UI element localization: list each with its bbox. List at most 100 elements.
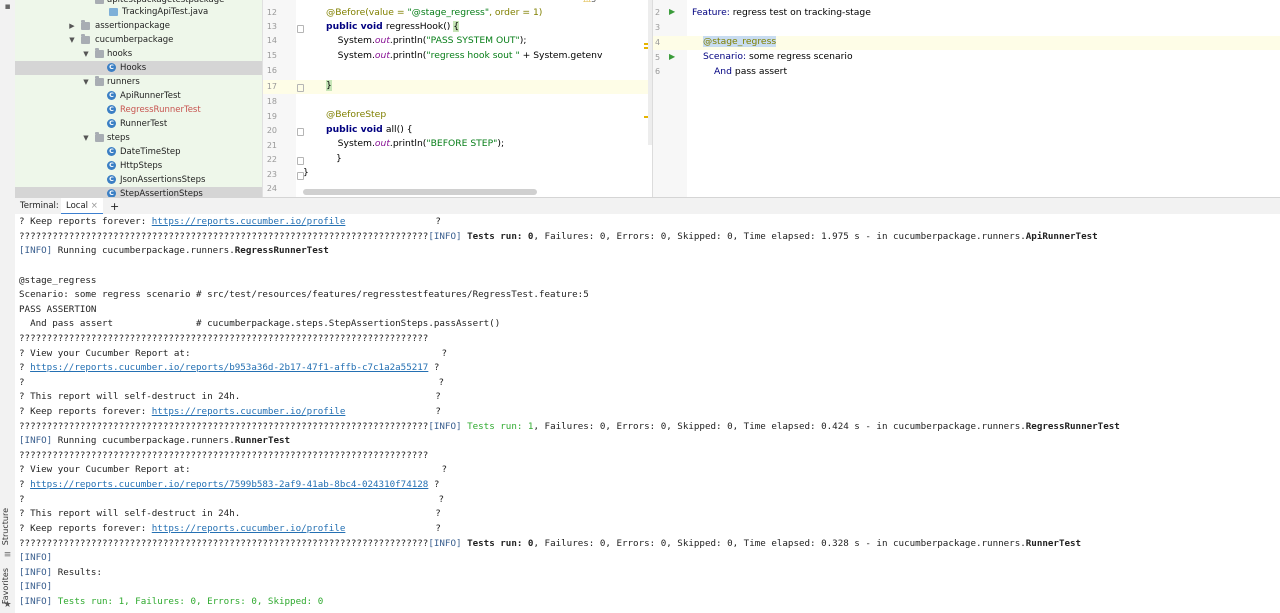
- feature-line: @stage_regress: [703, 36, 777, 47]
- line-number: 24: [266, 184, 277, 193]
- warning-indicator[interactable]: ⚠5: [583, 0, 596, 5]
- tree-item[interactable]: ▼ runners: [15, 75, 262, 89]
- tree-item[interactable]: C StepAssertionSteps: [15, 187, 262, 197]
- tree-item-label: DateTimeStep: [120, 147, 181, 157]
- tree-item[interactable]: ▶ assertionpackage: [15, 19, 262, 33]
- terminal-label: Terminal:: [20, 201, 59, 211]
- chevron-down-icon[interactable]: ▼: [82, 75, 90, 89]
- tree-item[interactable]: ▼ steps: [15, 131, 262, 145]
- tree-item-selected[interactable]: C Hooks: [15, 61, 262, 75]
- line-number: 3: [655, 23, 661, 32]
- tree-item-label: HttpSteps: [120, 161, 163, 171]
- terminal-line: [INFO] Running cucumberpackage.runners.R…: [19, 245, 329, 256]
- profile-link[interactable]: https://reports.cucumber.io/profile: [152, 216, 346, 227]
- terminal-line: [INFO] Running cucumberpackage.runners.R…: [19, 435, 291, 446]
- run-feature-icon[interactable]: ▶: [669, 7, 677, 16]
- class-icon: C: [107, 147, 116, 156]
- tree-item[interactable]: C HttpSteps: [15, 159, 262, 173]
- fold-marker-icon[interactable]: [297, 25, 304, 33]
- tree-item[interactable]: C RunnerTest: [15, 117, 262, 131]
- terminal-line: PASS ASSERTION: [19, 304, 97, 315]
- tree-item[interactable]: ▼ cucumberpackage: [15, 33, 262, 47]
- line-number: 15: [266, 51, 277, 60]
- terminal-output[interactable]: ? Keep reports forever: https://reports.…: [15, 214, 1280, 613]
- terminal-line: [INFO] Results:: [19, 567, 102, 578]
- tree-item-label: JsonAssertionsSteps: [120, 175, 206, 185]
- favorites-tab[interactable]: Favorites: [1, 568, 10, 604]
- line-number: 23: [266, 170, 277, 179]
- close-icon[interactable]: ×: [91, 201, 98, 211]
- tree-item-label: Hooks: [120, 63, 147, 73]
- tree-item[interactable]: C DateTimeStep: [15, 145, 262, 159]
- package-icon: [95, 76, 104, 86]
- package-icon: [95, 132, 104, 142]
- chevron-down-icon[interactable]: ▼: [68, 33, 76, 47]
- tab-local-label: Local: [66, 201, 89, 211]
- tree-item-label: runners: [107, 77, 140, 87]
- fold-marker-icon[interactable]: [297, 157, 304, 165]
- chevron-right-icon[interactable]: ▶: [68, 19, 76, 33]
- terminal-line: [INFO] Tests run: 1, Failures: 0, Errors…: [19, 596, 324, 607]
- code-editor[interactable]: ⚠5 12 13 14 15 16 17 18 19 20 21 22 23 2…: [262, 0, 653, 197]
- code-line: }: [336, 153, 342, 164]
- tool-window-strip: ▪ Structure ≡ Favorites ★: [0, 0, 16, 613]
- line-number: 13: [266, 22, 277, 31]
- terminal-line: ? This report will self-destruct in 24h.…: [19, 391, 441, 402]
- class-icon: C: [107, 63, 116, 72]
- profile-link[interactable]: https://reports.cucumber.io/profile: [152, 406, 346, 417]
- package-icon: [81, 20, 90, 30]
- tree-item[interactable]: TrackingApiTest.java: [15, 5, 262, 19]
- structure-icon: ≡: [3, 550, 12, 560]
- line-number: 20: [266, 126, 277, 135]
- class-icon: C: [107, 119, 116, 128]
- code-line: System.out.println("PASS SYSTEM OUT");: [326, 35, 527, 46]
- tree-item[interactable]: ▼ hooks: [15, 47, 262, 61]
- tree-item-label: StepAssertionSteps: [120, 189, 203, 197]
- feature-line: Scenario: some regress scenario: [703, 51, 853, 62]
- project-tree: apitestpackagetestpackage TrackingApiTes…: [15, 0, 262, 197]
- terminal-line: ????????????????????????????????????????…: [19, 333, 429, 344]
- tree-item[interactable]: C JsonAssertionsSteps: [15, 173, 262, 187]
- fold-marker-icon[interactable]: [297, 128, 304, 136]
- chevron-down-icon[interactable]: ▼: [82, 47, 90, 61]
- line-number: 2: [655, 8, 661, 17]
- terminal-line: [INFO]: [19, 581, 53, 592]
- report-link[interactable]: https://reports.cucumber.io/reports/7599…: [30, 479, 428, 490]
- terminal-line: And pass assert # cucumberpackage.steps.…: [19, 318, 501, 329]
- line-number: 17: [266, 82, 277, 91]
- class-icon: C: [107, 161, 116, 170]
- terminal-line: ? Keep reports forever: https://reports.…: [19, 406, 441, 417]
- line-number: 12: [266, 8, 277, 17]
- line-number: 6: [655, 67, 661, 76]
- terminal-line: ? https://reports.cucumber.io/reports/b9…: [19, 362, 440, 373]
- class-icon: C: [107, 175, 116, 184]
- profile-link[interactable]: https://reports.cucumber.io/profile: [152, 523, 346, 534]
- run-scenario-icon[interactable]: ▶: [669, 52, 677, 61]
- tree-item-label: hooks: [107, 49, 133, 59]
- tree-item-label: ApiRunnerTest: [120, 91, 181, 101]
- terminal-line: ? Keep reports forever: https://reports.…: [19, 523, 441, 534]
- project-icon[interactable]: ▪: [3, 3, 12, 12]
- tree-item[interactable]: C ApiRunnerTest: [15, 89, 262, 103]
- feature-editor[interactable]: 2 ▶ 3 4 5 ▶ 6 Feature: regress test on t…: [652, 0, 1280, 197]
- structure-tab[interactable]: Structure: [1, 508, 10, 545]
- fold-marker-icon[interactable]: [297, 84, 304, 92]
- terminal-line: ????????????????????????????????????????…: [19, 538, 1082, 549]
- tree-item-label: RunnerTest: [120, 119, 168, 129]
- code-line: public void all() {: [326, 124, 413, 135]
- tab-local[interactable]: Local ×: [61, 198, 103, 215]
- package-icon: [81, 34, 90, 44]
- chevron-down-icon[interactable]: ▼: [82, 131, 90, 145]
- add-tab-button[interactable]: +: [110, 198, 119, 215]
- horizontal-scrollbar[interactable]: [303, 189, 537, 195]
- tree-item[interactable]: C RegressRunnerTest: [15, 103, 262, 117]
- package-icon: [95, 48, 104, 58]
- report-link[interactable]: https://reports.cucumber.io/reports/b953…: [30, 362, 428, 373]
- tree-item-label: cucumberpackage: [95, 35, 174, 45]
- line-number: 16: [266, 66, 277, 75]
- feature-line: Feature: regress test on tracking-stage: [692, 7, 871, 18]
- java-file-icon: [109, 8, 118, 16]
- code-line: @BeforeStep: [326, 109, 387, 120]
- code-line: System.out.println("BEFORE STEP");: [326, 138, 505, 149]
- code-line: System.out.println("regress hook sout " …: [326, 50, 603, 61]
